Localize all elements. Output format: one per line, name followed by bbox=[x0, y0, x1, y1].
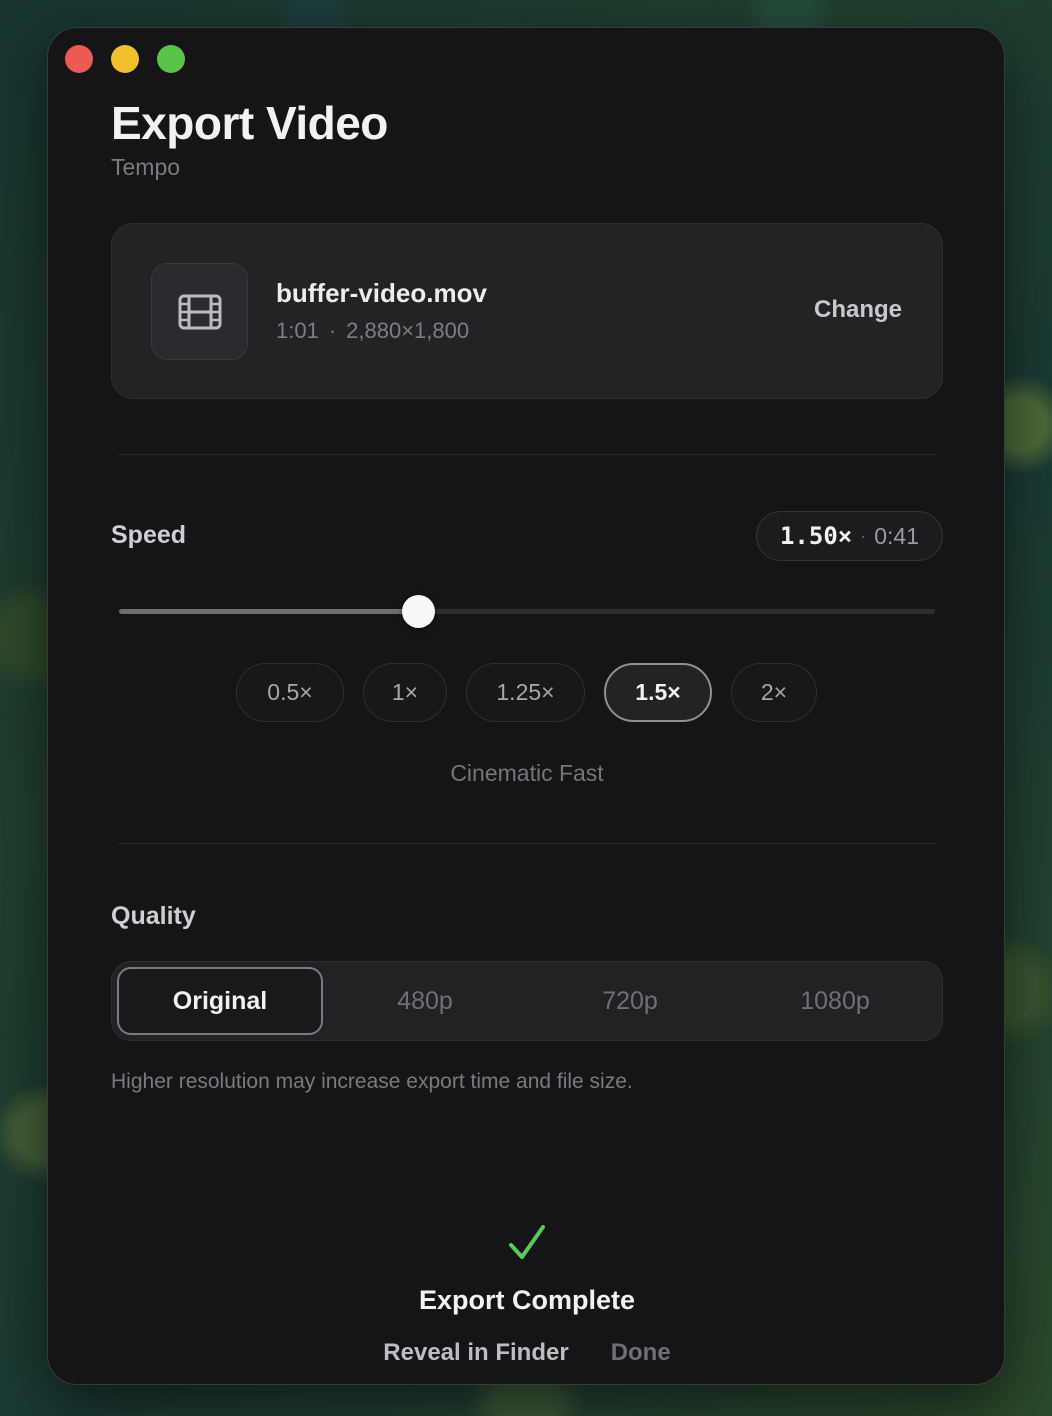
zoom-button[interactable] bbox=[157, 45, 185, 73]
speed-preset-button[interactable]: 1.5× bbox=[604, 663, 712, 722]
page-title: Export Video bbox=[111, 97, 388, 149]
meta-separator: · bbox=[328, 318, 337, 343]
file-meta: 1:01 · 2,880×1,800 bbox=[276, 318, 469, 344]
quality-label: Quality bbox=[111, 902, 196, 930]
done-button[interactable]: Done bbox=[611, 1339, 671, 1367]
export-status-title: Export Complete bbox=[418, 1285, 636, 1315]
minimize-button[interactable] bbox=[111, 45, 139, 73]
checkmark-icon bbox=[507, 1223, 547, 1268]
speed-slider-fill bbox=[119, 609, 418, 614]
file-name: buffer-video.mov bbox=[276, 278, 487, 308]
reveal-in-finder-button[interactable]: Reveal in Finder bbox=[383, 1339, 568, 1367]
badge-separator: · bbox=[860, 525, 867, 546]
quality-option[interactable]: 480p bbox=[322, 967, 528, 1035]
close-button[interactable] bbox=[65, 45, 93, 73]
speed-presets: 0.5× 1× 1.25× 1.5× 2× bbox=[236, 663, 817, 722]
quality-option[interactable]: Original bbox=[117, 967, 323, 1035]
speed-preset-button[interactable]: 1.25× bbox=[466, 663, 585, 722]
speed-value: 1.50× bbox=[779, 522, 853, 550]
quality-option[interactable]: 1080p bbox=[732, 967, 938, 1035]
quality-segmented-control: Original 480p 720p 1080p bbox=[111, 961, 943, 1041]
page-subtitle: Tempo bbox=[111, 154, 181, 180]
speed-slider[interactable] bbox=[119, 595, 935, 628]
file-resolution: 2,880×1,800 bbox=[346, 318, 470, 343]
file-duration: 1:01 bbox=[276, 318, 319, 343]
divider bbox=[118, 843, 936, 844]
window-controls bbox=[65, 45, 185, 73]
quality-hint: Higher resolution may increase export ti… bbox=[111, 1070, 633, 1093]
speed-slider-thumb[interactable] bbox=[401, 595, 435, 628]
quality-option[interactable]: 720p bbox=[527, 967, 733, 1035]
resulting-duration: 0:41 bbox=[874, 522, 919, 549]
divider bbox=[118, 454, 936, 455]
status-actions: Reveal in Finder Done bbox=[48, 1339, 1004, 1367]
file-card: buffer-video.mov 1:01 · 2,880×1,800 Change bbox=[111, 223, 943, 399]
speed-preset-button[interactable]: 2× bbox=[731, 663, 817, 722]
export-window: Export Video Tempo buffer-video.mov 1:01… bbox=[47, 27, 1005, 1385]
change-file-button[interactable]: Change bbox=[814, 296, 902, 324]
speed-readout-badge: 1.50× · 0:41 bbox=[756, 511, 943, 561]
speed-description: Cinematic Fast bbox=[450, 760, 604, 786]
speed-preset-button[interactable]: 0.5× bbox=[236, 663, 344, 722]
speed-label: Speed bbox=[111, 521, 187, 549]
speed-preset-button[interactable]: 1× bbox=[363, 663, 447, 722]
film-icon bbox=[151, 263, 248, 360]
